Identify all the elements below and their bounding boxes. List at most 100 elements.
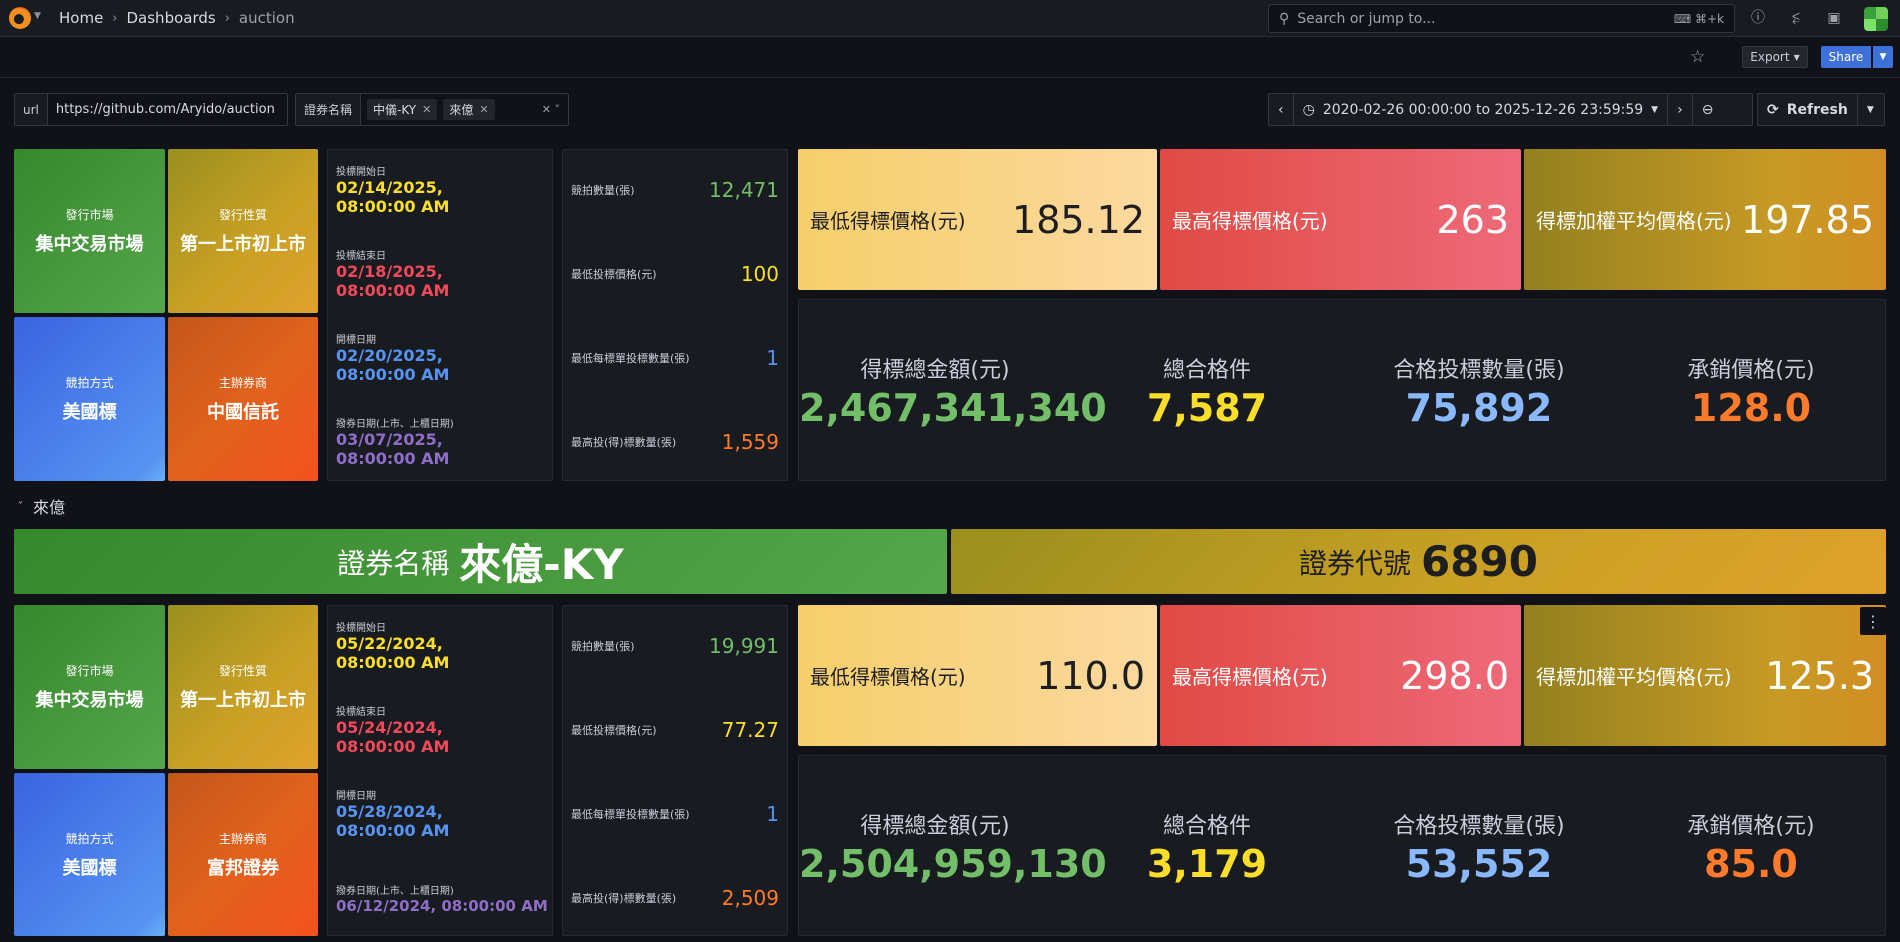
price-value: 185.12 (1012, 197, 1145, 242)
tile-value: 富邦證券 (207, 857, 279, 879)
count-label: 最高投(得)標數量(張) (571, 436, 677, 449)
tile-value: 中國信託 (207, 402, 279, 423)
highest-price-panel: 最高得標價格(元) 263 (1160, 149, 1521, 290)
count-row: 最低投標價格(元) 77.27 (571, 718, 779, 742)
share-button[interactable]: Share (1821, 46, 1871, 68)
count-row: 最低投標價格(元) 100 (571, 262, 779, 286)
price-value: 125.3 (1765, 653, 1874, 698)
stat-value: 3,179 (1146, 842, 1268, 886)
count-value: 100 (740, 262, 779, 286)
refresh-interval-button[interactable]: ▼ (1858, 94, 1883, 125)
date-value: 02/20/2025, 08:00:00 AM (336, 346, 450, 384)
help-icon[interactable]: ⓘ (1749, 9, 1767, 27)
date-value: 06/12/2024, 08:00:00 AM (336, 897, 548, 915)
banner-value: 來億-KY (459, 540, 624, 589)
price-label: 最高得標價格(元) (1172, 665, 1328, 689)
share-options-button[interactable]: ▼ (1873, 46, 1893, 68)
count-label: 最高投(得)標數量(張) (571, 892, 677, 905)
search-input[interactable]: ⚲ Search or jump to... ⌨ ⌘+k (1268, 4, 1735, 33)
time-range-label: 2020-02-26 00:00:00 to 2025-12-26 23:59:… (1322, 101, 1644, 118)
export-button[interactable]: Export ▼ (1742, 46, 1808, 68)
date-item: 投標結束日 05/24/2024, 08:00:00 AM (336, 703, 476, 756)
count-label: 最低每標單投標數量(張) (571, 808, 690, 821)
stat-item: 合格投標數量(張) 75,892 (1343, 352, 1615, 430)
dates-panel: 投標開始日 02/14/2025, 08:00:00 AM 投標結束日 02/18/… (327, 149, 553, 481)
date-item: 撥券日期(上市、上櫃日期) 06/12/2024, 08:00:00 AM (336, 882, 551, 916)
name-variable: 證券名稱 中儀-KY ✕ 來億 ✕ ✕ ˅ (295, 93, 569, 126)
name-variable-label: 證券名稱 (296, 94, 362, 125)
tile-title: 發行性質 (218, 664, 267, 678)
url-variable-label: url (15, 94, 48, 125)
tile-title: 主辦券商 (218, 831, 267, 846)
clear-all-icon[interactable]: ✕ ˅ (542, 103, 560, 116)
rss-feed-icon[interactable]: ⥶ (1787, 9, 1805, 27)
count-value: 1,559 (721, 430, 779, 454)
url-variable-input[interactable]: https://github.com/Aryido/auction (48, 102, 283, 117)
close-icon[interactable]: ✕ (479, 103, 488, 116)
time-back-button[interactable]: ‹ (1269, 94, 1294, 125)
stat-value: 2,504,959,130 (799, 842, 1107, 886)
tile-value: 集中交易市場 (35, 690, 144, 711)
nature-tile: 發行性質第一上市初上市 (168, 605, 318, 769)
stat-label: 合格投標數量(張) (1393, 814, 1565, 839)
stat-label: 總合格件 (1162, 814, 1251, 839)
zoom-out-button[interactable]: ⊖ (1693, 94, 1723, 125)
tile-title: 競拍方式 (65, 376, 114, 390)
chevron-right-icon: › (1677, 101, 1683, 118)
row-header-toggle[interactable]: ˅ 來億 (18, 494, 65, 518)
breadcrumb-home[interactable]: Home (59, 9, 103, 27)
chip-label: 來億 (449, 103, 474, 117)
tile-value: 第一上市初上市 (180, 690, 306, 711)
auction-method-tile: 競拍方式 美國標 (14, 773, 165, 936)
time-range-button[interactable]: ◷ 2020-02-26 00:00:00 to 2025-12-26 23:59… (1294, 94, 1669, 125)
security-name-banner: 證券名稱 來億-KY (14, 529, 947, 594)
tile-title: 發行性質 (218, 208, 267, 222)
time-forward-button[interactable]: › (1668, 94, 1693, 125)
lowest-price-panel: 最低得標價格(元) 185.12 (798, 149, 1157, 290)
price-label: 最高得標價格(元) (1172, 209, 1328, 233)
stat-label: 承銷價格(元) (1687, 814, 1815, 839)
panel-menu-icon[interactable]: ⋮ (1860, 607, 1886, 635)
count-row: 最低每標單投標數量(張) 1 (571, 802, 779, 826)
refresh-icon: ⟳ (1767, 101, 1779, 118)
chevron-right-icon: › (112, 10, 118, 26)
variable-chip[interactable]: 來億 ✕ (443, 99, 495, 120)
stat-item: 承銷價格(元) 85.0 (1615, 808, 1887, 886)
count-value: 19,991 (709, 634, 779, 658)
chevron-down-icon: ˅ (18, 500, 23, 512)
stat-label: 總合格件 (1162, 358, 1251, 383)
stats-panel: 得標總金額(元) 2,467,341,340 總合格件 7,587 合格投標數量(張… (798, 299, 1886, 481)
keyboard-shortcut: ⌨ ⌘+k (1673, 11, 1724, 26)
avatar[interactable] (1864, 7, 1888, 31)
market-tile: 發行市場 集中交易市場 (14, 605, 165, 769)
grafana-logo-icon[interactable] (9, 7, 31, 29)
count-row: 最高投(得)標數量(張) 1,559 (571, 430, 779, 454)
star-icon[interactable]: ☆ (1690, 47, 1705, 67)
close-icon[interactable]: ✕ (422, 103, 431, 116)
stat-item: 得標總金額(元) 2,467,341,340 (799, 352, 1107, 430)
chevron-down-icon: ▼ (1879, 52, 1887, 62)
variable-chip[interactable]: 中儀-KY ✕ (367, 99, 438, 120)
date-label: 開標日期 (336, 791, 376, 802)
market-tile: 發行市場 集中交易市場 (14, 149, 165, 313)
stats-panel: 得標總金額(元) 2,504,959,130 總合格件 3,179 合格投標數量(張… (798, 755, 1886, 936)
stat-value: 75,892 (1405, 386, 1553, 430)
tile-value: 第一上市初上市 (180, 234, 306, 255)
banner-label: 證券代號 (1299, 546, 1412, 580)
date-value: 02/18/2025, 08:00:00 AM (336, 262, 450, 300)
count-row: 最高投(得)標數量(張) 2,509 (571, 886, 779, 910)
refresh-button[interactable]: ⟳ Refresh (1758, 94, 1858, 125)
count-label: 最低投標價格(元) (571, 724, 657, 737)
stat-value: 85.0 (1704, 842, 1798, 886)
chevron-left-icon: ‹ (1278, 101, 1284, 118)
tile-value: 集中交易市場 (35, 234, 144, 255)
breadcrumb-dashboards[interactable]: Dashboards (127, 9, 216, 27)
tile-title: 主辦券商 (218, 376, 267, 390)
underwriter-tile: 主辦券商 中國信託 (168, 317, 318, 481)
chevron-down-icon[interactable]: ▼ (34, 11, 41, 21)
date-label: 投標結束日 (336, 251, 386, 262)
banner-label: 證券名稱 (337, 546, 450, 580)
count-value: 1 (766, 346, 779, 370)
date-value: 05/22/2024, 08:00:00 AM (336, 634, 450, 672)
dock-menu-icon[interactable]: ▣ (1825, 9, 1843, 27)
